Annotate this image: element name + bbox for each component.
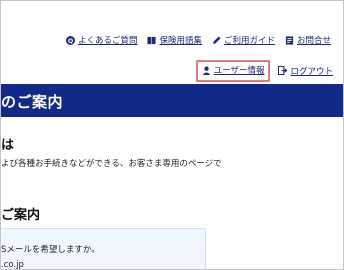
glossary-label: 保険用語集 (159, 36, 202, 46)
user-icon (202, 66, 211, 75)
user-info-highlight: ユーザー情報 (195, 60, 271, 82)
section-heading: は (1, 138, 15, 153)
question-circle-icon: Q (65, 35, 75, 45)
email-question: Sメールを希望しますか。 (1, 245, 100, 255)
contact-link[interactable]: お問合せ (285, 34, 331, 46)
pen-icon (212, 35, 221, 45)
page-title: のご案内 (1, 93, 64, 111)
user-navigation: ユーザー情報 ログアウト (195, 60, 333, 82)
contact-label: お問合せ (296, 36, 331, 46)
svg-text:Q: Q (68, 37, 74, 44)
faq-label: よくあるご質問 (77, 36, 138, 46)
logout-icon (278, 66, 288, 76)
email-domain: .co.jp (1, 260, 24, 270)
logout-label: ログアウト (290, 66, 333, 77)
faq-link[interactable]: Q よくあるご質問 (65, 34, 138, 46)
user-info-link[interactable]: ユーザー情報 (202, 64, 265, 76)
glossary-link[interactable]: 保険用語集 (147, 34, 202, 46)
info-box: Sメールを希望しますか。 .co.jp (1, 228, 206, 270)
guide-label: ご利用ガイド (223, 36, 275, 46)
logout-link[interactable]: ログアウト (278, 65, 333, 77)
document-icon (285, 35, 294, 45)
user-info-label: ユーザー情報 (213, 66, 265, 76)
top-navigation: Q よくあるご質問 保険用語集 ご利用ガイド お問合せ (65, 34, 331, 46)
section-heading-guide: ご案内 (1, 208, 41, 223)
browser-viewport: Q よくあるご質問 保険用語集 ご利用ガイド お問合せ ユーザー情報 ログアウト… (0, 0, 344, 270)
guide-link[interactable]: ご利用ガイド (212, 34, 275, 46)
book-icon (147, 36, 157, 45)
section-description: よび各種お手続きなどができる、お客さま専用のページで (1, 159, 222, 169)
page-banner: のご案内 (1, 84, 343, 117)
